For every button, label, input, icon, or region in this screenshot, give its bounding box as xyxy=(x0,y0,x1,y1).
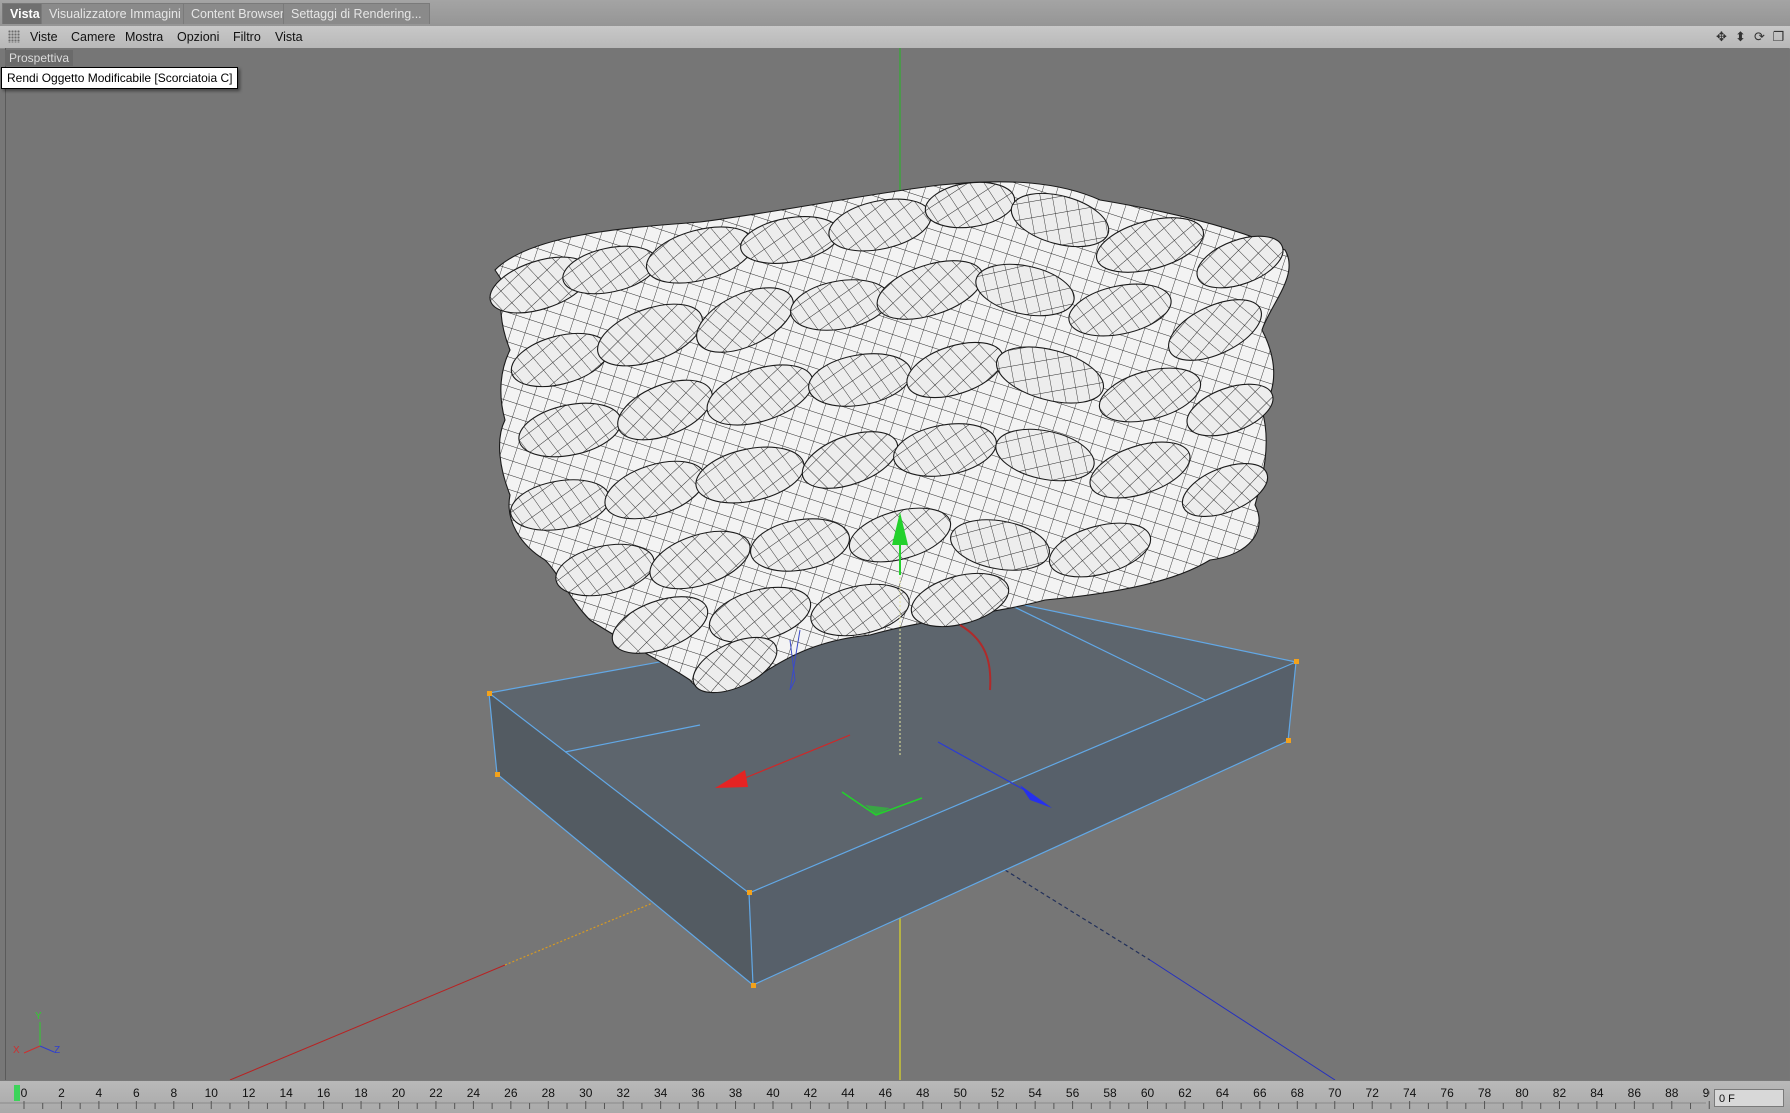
timeline-tick-label: 52 xyxy=(991,1086,1005,1100)
axis-label-y: Y xyxy=(35,1011,42,1022)
timeline-ruler[interactable]: 0 2 4 6 8 10 12 14 16 18 20 22 24 26 28 30 32 34 36 38 40 42 4… xyxy=(0,1081,1710,1113)
timeline-tick-label: 42 xyxy=(804,1086,818,1100)
timeline-tick-label: 18 xyxy=(354,1086,368,1100)
timeline-tick-label: 20 xyxy=(392,1086,406,1100)
timeline-tick-label: 0 xyxy=(21,1086,28,1100)
world-x-axis-line xyxy=(229,964,506,1080)
timeline-tick-label: 8 xyxy=(170,1086,177,1100)
axis-label-x: X xyxy=(13,1045,20,1056)
timeline-tick-label: 46 xyxy=(879,1086,893,1100)
timeline-tick-label: 84 xyxy=(1590,1086,1604,1100)
timeline-tick-label: 34 xyxy=(654,1086,668,1100)
timeline-tick-label: 4 xyxy=(96,1086,103,1100)
pebble-cluster-mesh[interactable] xyxy=(483,177,1290,704)
timeline[interactable]: 0 2 4 6 8 10 12 14 16 18 20 22 24 26 28 30 32 34 36 38 40 42 4… xyxy=(0,1080,1790,1113)
timeline-tick-label: 28 xyxy=(542,1086,556,1100)
timeline-tick-label: 38 xyxy=(729,1086,743,1100)
timeline-tick-label: 22 xyxy=(429,1086,443,1100)
timeline-tick-label: 32 xyxy=(617,1086,631,1100)
playhead-marker[interactable] xyxy=(14,1085,20,1101)
timeline-tick-label: 30 xyxy=(579,1086,593,1100)
timeline-tick-label: 6 xyxy=(133,1086,140,1100)
viewport-scene[interactable] xyxy=(0,0,1790,1080)
timeline-tick-label: 44 xyxy=(841,1086,855,1100)
axis-label-z: Z xyxy=(54,1045,61,1056)
timeline-tick-label: 70 xyxy=(1328,1086,1342,1100)
timeline-tick-label: 90 xyxy=(1703,1086,1710,1100)
timeline-tick-label: 14 xyxy=(279,1086,293,1100)
timeline-tick-label: 50 xyxy=(954,1086,968,1100)
timeline-tick-label: 54 xyxy=(1028,1086,1042,1100)
timeline-tick-label: 12 xyxy=(242,1086,256,1100)
timeline-tick-label: 66 xyxy=(1253,1086,1267,1100)
timeline-tick-label: 72 xyxy=(1366,1086,1380,1100)
world-z-axis-line xyxy=(1149,959,1336,1080)
timeline-tick-label: 88 xyxy=(1665,1086,1679,1100)
timeline-tick-label: 78 xyxy=(1478,1086,1492,1100)
tooltip: Rendi Oggetto Modificabile [Scorciatoia … xyxy=(1,67,239,89)
timeline-tick-label: 60 xyxy=(1141,1086,1155,1100)
timeline-tick-label: 40 xyxy=(766,1086,780,1100)
timeline-tick-label: 82 xyxy=(1553,1086,1567,1100)
timeline-tick-label: 62 xyxy=(1178,1086,1192,1100)
timeline-tick-label: 24 xyxy=(467,1086,481,1100)
world-z-axis-hidden xyxy=(1004,869,1151,961)
timeline-tick-label: 58 xyxy=(1103,1086,1117,1100)
timeline-tick-label: 16 xyxy=(317,1086,331,1100)
current-frame-field[interactable]: 0 F xyxy=(1714,1089,1784,1107)
timeline-tick-label: 56 xyxy=(1066,1086,1080,1100)
view-projection-label[interactable]: Prospettiva xyxy=(5,50,74,66)
timeline-tick-label: 26 xyxy=(504,1086,518,1100)
timeline-tick-label: 80 xyxy=(1515,1086,1529,1100)
timeline-tick-label: 74 xyxy=(1403,1086,1417,1100)
timeline-tick-label: 64 xyxy=(1216,1086,1230,1100)
selected-box-object[interactable] xyxy=(487,598,1299,988)
timeline-tick-label: 36 xyxy=(691,1086,705,1100)
timeline-tick-label: 10 xyxy=(205,1086,219,1100)
timeline-tick-label: 48 xyxy=(916,1086,930,1100)
timeline-tick-label: 76 xyxy=(1440,1086,1454,1100)
timeline-tick-label: 86 xyxy=(1628,1086,1642,1100)
world-x-axis-hidden xyxy=(504,901,656,966)
timeline-tick-label: 2 xyxy=(58,1086,65,1100)
axis-orientation-indicator xyxy=(23,1022,55,1054)
timeline-tick-label: 68 xyxy=(1291,1086,1305,1100)
